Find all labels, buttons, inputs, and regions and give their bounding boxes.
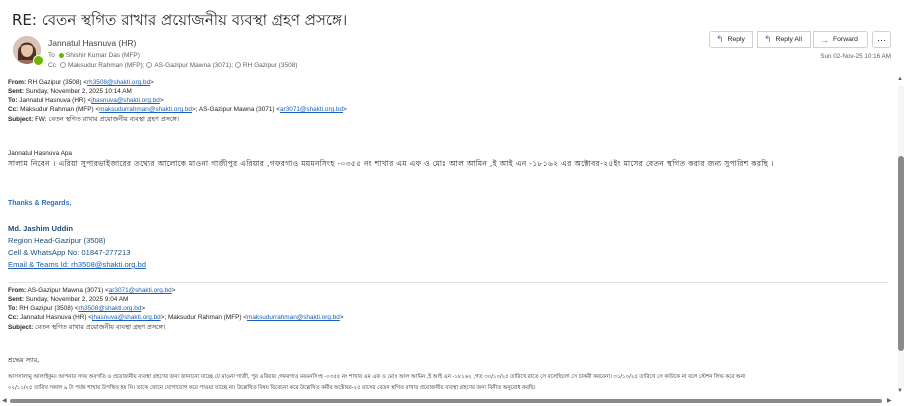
subject-text: FW: বেতন স্থগিত রাখার প্রয়োজনীয় ব্যবস্… — [35, 115, 179, 123]
reply-all-icon: ↰ — [764, 34, 772, 44]
from-label: From: — [8, 79, 27, 86]
forward-arrow-icon: → — [820, 34, 829, 45]
cc-text: >; AS-Gazipur Mawna (3071) < — [191, 106, 281, 113]
sent-text: Sunday, November 2, 2025 10:14 AM — [25, 88, 132, 95]
cc-text: >; Maksudur Rahman (MFP) < — [160, 314, 248, 321]
quote2-from: From: AS-Gazipur Mawna (3071) <ar3071@sh… — [8, 287, 175, 295]
body-paragraph: আসসালামু আলাইকুম। আপনার সদয় অবগতি ও প্র… — [8, 374, 746, 380]
to-label: To: — [8, 97, 18, 104]
cc-label: Cc: — [8, 314, 19, 321]
message-header: RE: বেতন স্থগিত রাখার প্রয়োজনীয় ব্যবস্… — [0, 0, 912, 76]
scroll-right-icon[interactable]: ▶ — [887, 397, 892, 404]
bracket: > — [150, 79, 154, 86]
scroll-left-icon[interactable]: ◀ — [2, 397, 7, 404]
body-paragraph: সালাম নিবেন । এরিয়া সুপারভাইজারের তথ্যে… — [8, 159, 775, 168]
quote2-cc: Cc: Jannatul Hasnuva (HR) <jhasnuva@shak… — [8, 314, 344, 322]
bracket: > — [343, 106, 347, 113]
cc-label: Cc: — [8, 106, 19, 113]
recipient-presence-icon — [234, 62, 241, 69]
cc-text: Jannatul Hasnuva (HR) < — [20, 314, 93, 321]
sent-date: Sun 02-Nov-25 10:16 AM — [820, 53, 891, 60]
reply-all-button[interactable]: ↰ Reply All — [757, 31, 811, 48]
cc-label: Cc — [48, 62, 56, 69]
forward-label: Forward — [833, 36, 858, 43]
subject-text: বেতন স্থগিত রাখার প্রয়োজনীয় ব্যবস্থা গ… — [35, 323, 166, 331]
reply-label: Reply — [727, 36, 745, 43]
to-label: To — [48, 52, 55, 59]
forward-button[interactable]: → Forward — [813, 31, 868, 48]
email-link[interactable]: maksudurrahman@shakti.org.bd — [99, 106, 192, 113]
quote1-cc: Cc: Maksudur Rahman (MFP) <maksudurrahma… — [8, 106, 347, 114]
signature-role: Region Head-Gazipur (3508) — [8, 236, 106, 245]
sent-text: Sunday, November 2, 2025 9:04 AM — [25, 296, 129, 303]
quote2-sent: Sent: Sunday, November 2, 2025 9:04 AM — [8, 296, 128, 304]
cc-recipients: Cc Maksudur Rahman (MFP); AS-Gazipur Mawn… — [48, 62, 297, 69]
bracket: > — [339, 314, 344, 321]
email-link[interactable]: ar3071@shakti.org.bd — [109, 287, 172, 294]
email-link[interactable]: jhasnuva@shakti.org.bd — [91, 97, 160, 104]
cc-recipient[interactable]: AS-Gazipur Mawna (3071); — [154, 62, 233, 69]
from-text: RH Gazipur (3508) < — [27, 79, 88, 86]
signature-email-link[interactable]: Email & Teams Id: rh3508@shakti.org.bd — [8, 260, 146, 269]
signature-name: Md. Jashim Uddin — [8, 224, 73, 233]
quote1-to: To: Jannatul Hasnuva (HR) <jhasnuva@shak… — [8, 97, 164, 105]
email-subject: RE: বেতন স্থগিত রাখার প্রয়োজনীয় ব্যবস্… — [12, 11, 348, 29]
from-label: From: — [8, 287, 27, 294]
sent-label: Sent: — [8, 88, 24, 95]
subject-label: Subject: — [8, 116, 34, 123]
recipient-presence-icon — [146, 62, 153, 69]
cc-text: Maksudur Rahman (MFP) < — [20, 106, 100, 113]
to-text: RH Gazipur (3508) < — [19, 305, 79, 312]
quote2-to: To: RH Gazipur (3508) <rh3508@shakti.org… — [8, 305, 145, 313]
email-link[interactable]: maksudurrahman@shakti.org.bd — [247, 314, 340, 321]
more-icon: ··· — [877, 34, 886, 45]
quote1-subject: Subject: FW: বেতন স্থগিত রাখার প্রয়োজনী… — [8, 115, 179, 124]
recipient-presence-icon — [58, 52, 64, 58]
reply-arrow-icon: ↰ — [716, 34, 724, 44]
horizontal-scrollbar[interactable]: ◀ ▶ — [0, 396, 912, 406]
sent-label: Sent: — [8, 296, 24, 303]
more-actions-button[interactable]: ··· — [872, 31, 891, 48]
scroll-thumb[interactable] — [898, 156, 904, 351]
signature-phone: Cell & WhatsApp No: 01847-277213 — [8, 248, 131, 257]
quote-divider — [8, 282, 888, 283]
bracket: > — [141, 305, 146, 312]
vertical-scrollbar[interactable]: ▲ ▼ — [896, 76, 906, 398]
greeting: Jannatul Hasnuva Apa — [8, 150, 72, 157]
bracket: > — [159, 97, 164, 104]
quote1-from: From: RH Gazipur (3508) <rh3508@shakti.o… — [8, 79, 154, 87]
reply-all-label: Reply All — [775, 36, 802, 43]
scroll-up-icon[interactable]: ▲ — [897, 76, 903, 82]
body-paragraph: ০২/১১/২৫ তারিখ সকাল ৯ টা পর্যন্ত শাখায় … — [8, 385, 536, 391]
message-body: From: RH Gazipur (3508) <rh3508@shakti.o… — [0, 76, 895, 398]
bracket: > — [171, 287, 176, 294]
email-link[interactable]: rh3508@shakti.org.bd — [78, 305, 141, 312]
subject-label: Subject: — [8, 324, 34, 331]
cc-recipient[interactable]: Maksudur Rahman (MFP); — [68, 62, 145, 69]
scroll-thumb[interactable] — [10, 399, 882, 403]
email-link[interactable]: jhasnuva@shakti.org.bd — [92, 314, 161, 321]
from-text: AS-Gazipur Mawna (3071) < — [27, 287, 109, 294]
quote1-sent: Sent: Sunday, November 2, 2025 10:14 AM — [8, 88, 132, 96]
to-recipient[interactable]: Shishir Kumar Das (MFP) — [66, 52, 140, 59]
email-link[interactable]: ar3071@shakti.org.bd — [280, 106, 343, 113]
signature-thanks: Thanks & Regards, — [8, 200, 72, 207]
cc-recipient[interactable]: RH Gazipur (3508) — [243, 62, 298, 69]
sender-name[interactable]: Jannatul Hasnuva (HR) — [48, 38, 136, 48]
scroll-down-icon[interactable]: ▼ — [897, 388, 903, 394]
to-recipients: To Shishir Kumar Das (MFP) — [48, 52, 140, 59]
presence-available-icon — [33, 55, 44, 66]
reply-button[interactable]: ↰ Reply — [709, 31, 753, 48]
email-link[interactable]: rh3508@shakti.org.bd — [87, 79, 150, 86]
recipient-presence-icon — [59, 62, 66, 69]
greeting: শ্রদ্ধেয় স্যার, — [8, 356, 40, 364]
to-text: Jannatul Hasnuva (HR) < — [19, 97, 92, 104]
to-label: To: — [8, 305, 18, 312]
quote2-subject: Subject: বেতন স্থগিত রাখার প্রয়োজনীয় ব… — [8, 323, 165, 332]
